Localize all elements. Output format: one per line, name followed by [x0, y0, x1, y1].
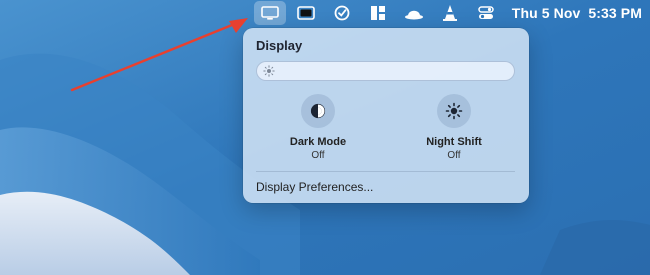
display-preferences-link[interactable]: Display Preferences...: [256, 180, 373, 194]
hat-icon[interactable]: [398, 1, 430, 25]
checkmark-circle-icon[interactable]: [326, 1, 358, 25]
display-icon[interactable]: [253, 1, 286, 25]
divider: [256, 171, 515, 172]
dark-mode-toggle[interactable]: Dark Mode Off: [258, 94, 378, 161]
display-panel: Display Dark Mode Off Night Shift Off Di…: [243, 28, 529, 203]
control-center-icon[interactable]: [470, 1, 502, 25]
sun-icon: [263, 65, 275, 77]
menubar-time: 5:33 PM: [588, 5, 642, 21]
window-icon[interactable]: [290, 1, 322, 25]
panel-title: Display: [256, 38, 303, 53]
menu-bar: Thu 5 Nov 5:33 PM: [0, 0, 650, 26]
menubar-clock[interactable]: Thu 5 Nov 5:33 PM: [512, 5, 642, 21]
brightness-slider[interactable]: [256, 61, 515, 81]
night-shift-label: Night Shift: [426, 136, 482, 148]
night-shift-icon[interactable]: [437, 94, 471, 128]
dark-mode-state: Off: [311, 150, 325, 161]
dark-mode-label: Dark Mode: [289, 136, 347, 148]
night-shift-state: Off: [447, 150, 461, 161]
dashboard-icon[interactable]: [362, 1, 394, 25]
night-shift-toggle[interactable]: Night Shift Off: [394, 94, 514, 161]
menubar-date: Thu 5 Nov: [511, 5, 581, 21]
dark-mode-icon[interactable]: [301, 94, 335, 128]
traffic-cone-icon[interactable]: [434, 1, 466, 25]
